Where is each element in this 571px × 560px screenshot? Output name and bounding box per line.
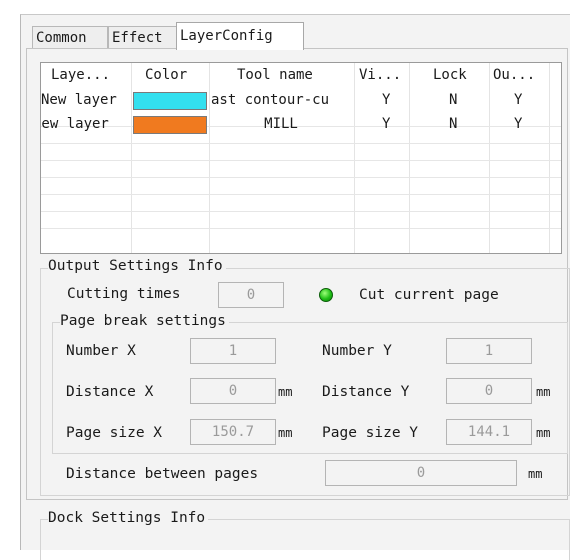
- layer-color-swatch[interactable]: [133, 116, 207, 134]
- visible-cell[interactable]: Y: [382, 114, 390, 134]
- cutting-times-label: Cutting times: [67, 286, 181, 302]
- number-y-label: Number Y: [322, 343, 392, 359]
- dock-settings-title: Dock Settings Info: [48, 510, 209, 526]
- page-size-x-unit: mm: [278, 426, 293, 440]
- output-cell[interactable]: Y: [514, 90, 522, 110]
- output-settings-title: Output Settings Info: [48, 258, 226, 274]
- header-output[interactable]: Ou...: [493, 65, 535, 85]
- cutting-times-input[interactable]: 0: [218, 282, 284, 308]
- number-y-input[interactable]: 1: [446, 338, 532, 364]
- layer-name-cell[interactable]: New layer: [41, 114, 131, 134]
- header-lock[interactable]: Lock: [433, 65, 467, 85]
- header-color[interactable]: Color: [145, 65, 187, 85]
- distance-x-input[interactable]: 0: [190, 378, 276, 404]
- column-divider: [131, 63, 132, 253]
- tab-layerconfig[interactable]: LayerConfig: [176, 22, 304, 50]
- header-layer[interactable]: Laye...: [51, 65, 110, 85]
- column-divider: [409, 63, 410, 253]
- number-x-input[interactable]: 1: [190, 338, 276, 364]
- tool-name-cell[interactable]: MILL: [209, 114, 353, 134]
- distance-between-pages-input[interactable]: 0: [325, 460, 517, 486]
- cut-current-page-label[interactable]: Cut current page: [359, 287, 499, 303]
- distance-x-label: Distance X: [66, 384, 154, 400]
- distance-between-pages-unit: mm: [528, 467, 543, 481]
- number-x-label: Number X: [66, 343, 136, 359]
- tool-name-cell[interactable]: ast contour-cu: [209, 90, 355, 110]
- page-size-x-input[interactable]: 150.7: [190, 419, 276, 445]
- cut-current-page-indicator-icon[interactable]: [319, 288, 333, 302]
- visible-cell[interactable]: Y: [382, 90, 390, 110]
- distance-x-unit: mm: [278, 385, 293, 399]
- layer-table[interactable]: Laye... Color Tool name Vi... Lock Ou...…: [40, 62, 562, 254]
- distance-y-unit: mm: [536, 385, 551, 399]
- header-tool-name[interactable]: Tool name: [237, 65, 313, 85]
- page-size-y-input[interactable]: 144.1: [446, 419, 532, 445]
- distance-between-pages-label: Distance between pages: [66, 466, 259, 482]
- distance-y-label: Distance Y: [322, 384, 410, 400]
- lock-cell[interactable]: N: [449, 90, 457, 110]
- page-break-title: Page break settings: [60, 313, 229, 329]
- page-size-x-label: Page size X: [66, 425, 163, 441]
- page-size-y-label: Page size Y: [322, 425, 419, 441]
- tab-effect[interactable]: Effect: [108, 26, 178, 49]
- page-size-y-unit: mm: [536, 426, 551, 440]
- layer-color-swatch[interactable]: [133, 92, 207, 110]
- column-divider: [489, 63, 490, 253]
- lock-cell[interactable]: N: [449, 114, 457, 134]
- output-cell[interactable]: Y: [514, 114, 522, 134]
- distance-y-input[interactable]: 0: [446, 378, 532, 404]
- tab-common[interactable]: Common: [32, 26, 108, 49]
- column-divider: [549, 63, 550, 253]
- layer-name-cell[interactable]: New layer: [41, 90, 131, 110]
- header-visible[interactable]: Vi...: [359, 65, 401, 85]
